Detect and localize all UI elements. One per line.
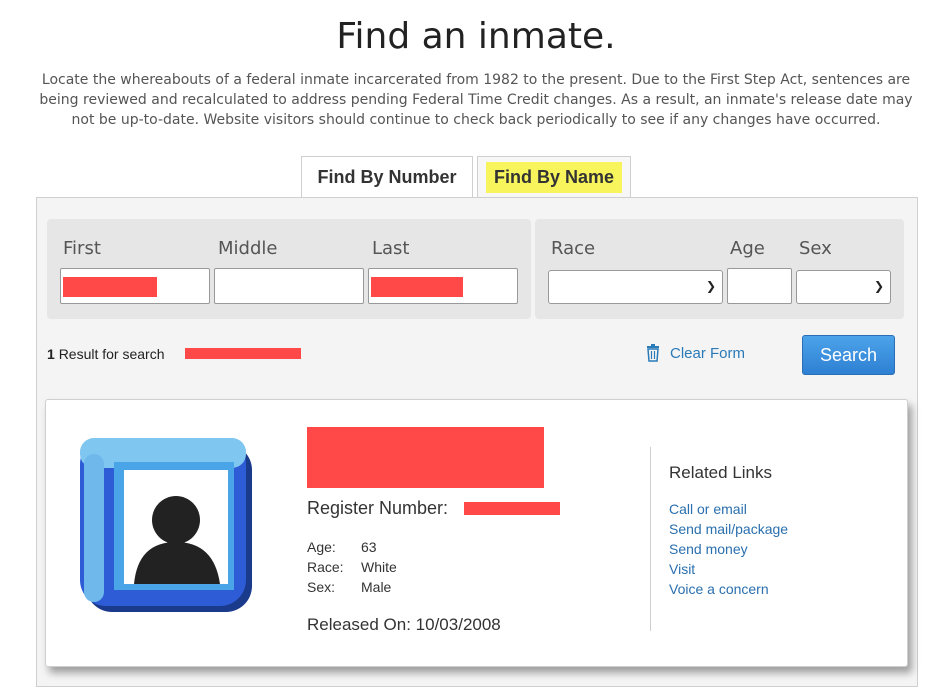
tab-find-by-number[interactable]: Find By Number (301, 156, 473, 198)
register-number-label: Register Number: (307, 498, 449, 518)
search-button-label: Search (819, 344, 878, 365)
result-count-text: Result for search (58, 346, 165, 362)
link-call-or-email[interactable]: Call or email (669, 501, 747, 517)
related-links-title: Related Links (669, 463, 773, 482)
race-field-label: Race: (307, 559, 344, 575)
release-date: Released On: 10/03/2008 (307, 615, 501, 634)
redaction-first-name (63, 277, 157, 297)
page-title: Find an inmate. (336, 16, 616, 57)
age-value: 63 (361, 539, 377, 555)
result-count-number: 1 (47, 346, 55, 362)
age-input[interactable] (727, 268, 792, 304)
age-field-label: Age: (307, 539, 336, 555)
link-visit[interactable]: Visit (669, 561, 695, 577)
sex-select[interactable]: ❯ (796, 270, 891, 304)
sex-label: Sex (799, 238, 832, 259)
middle-name-input[interactable] (214, 268, 364, 304)
race-label: Race (551, 238, 596, 259)
chevron-down-icon: ❯ (705, 279, 716, 293)
trash-icon (647, 344, 659, 362)
sex-field-label: Sex: (307, 579, 336, 595)
redaction-register-number (464, 502, 560, 515)
redaction-inmate-name (307, 427, 544, 488)
link-send-mail-package[interactable]: Send mail/package (669, 521, 788, 537)
redaction-search-term (185, 348, 301, 359)
person-photo-icon (80, 438, 252, 612)
demographic-fields-group (535, 219, 904, 319)
first-name-label: First (63, 238, 101, 259)
card-divider (650, 447, 651, 631)
page-intro: Locate the whereabouts of a federal inma… (39, 72, 913, 128)
race-value: White (361, 559, 397, 575)
search-button[interactable]: Search (802, 335, 895, 375)
last-name-label: Last (372, 238, 410, 259)
clear-form-button[interactable]: Clear Form (646, 344, 745, 362)
result-count: 1 Result for search (47, 346, 165, 362)
link-voice-a-concern[interactable]: Voice a concern (669, 581, 769, 597)
tab-find-by-name[interactable]: Find By Name (477, 156, 631, 198)
race-select[interactable]: ❯ (548, 270, 723, 304)
sex-value: Male (361, 579, 392, 595)
link-send-money[interactable]: Send money (669, 541, 748, 557)
tab-label: Find By Name (485, 162, 623, 193)
tab-label: Find By Number (317, 167, 457, 187)
redaction-last-name (371, 277, 463, 297)
middle-name-label: Middle (218, 238, 278, 259)
clear-form-label: Clear Form (670, 344, 746, 362)
chevron-down-icon: ❯ (873, 279, 884, 293)
age-label: Age (730, 238, 765, 259)
